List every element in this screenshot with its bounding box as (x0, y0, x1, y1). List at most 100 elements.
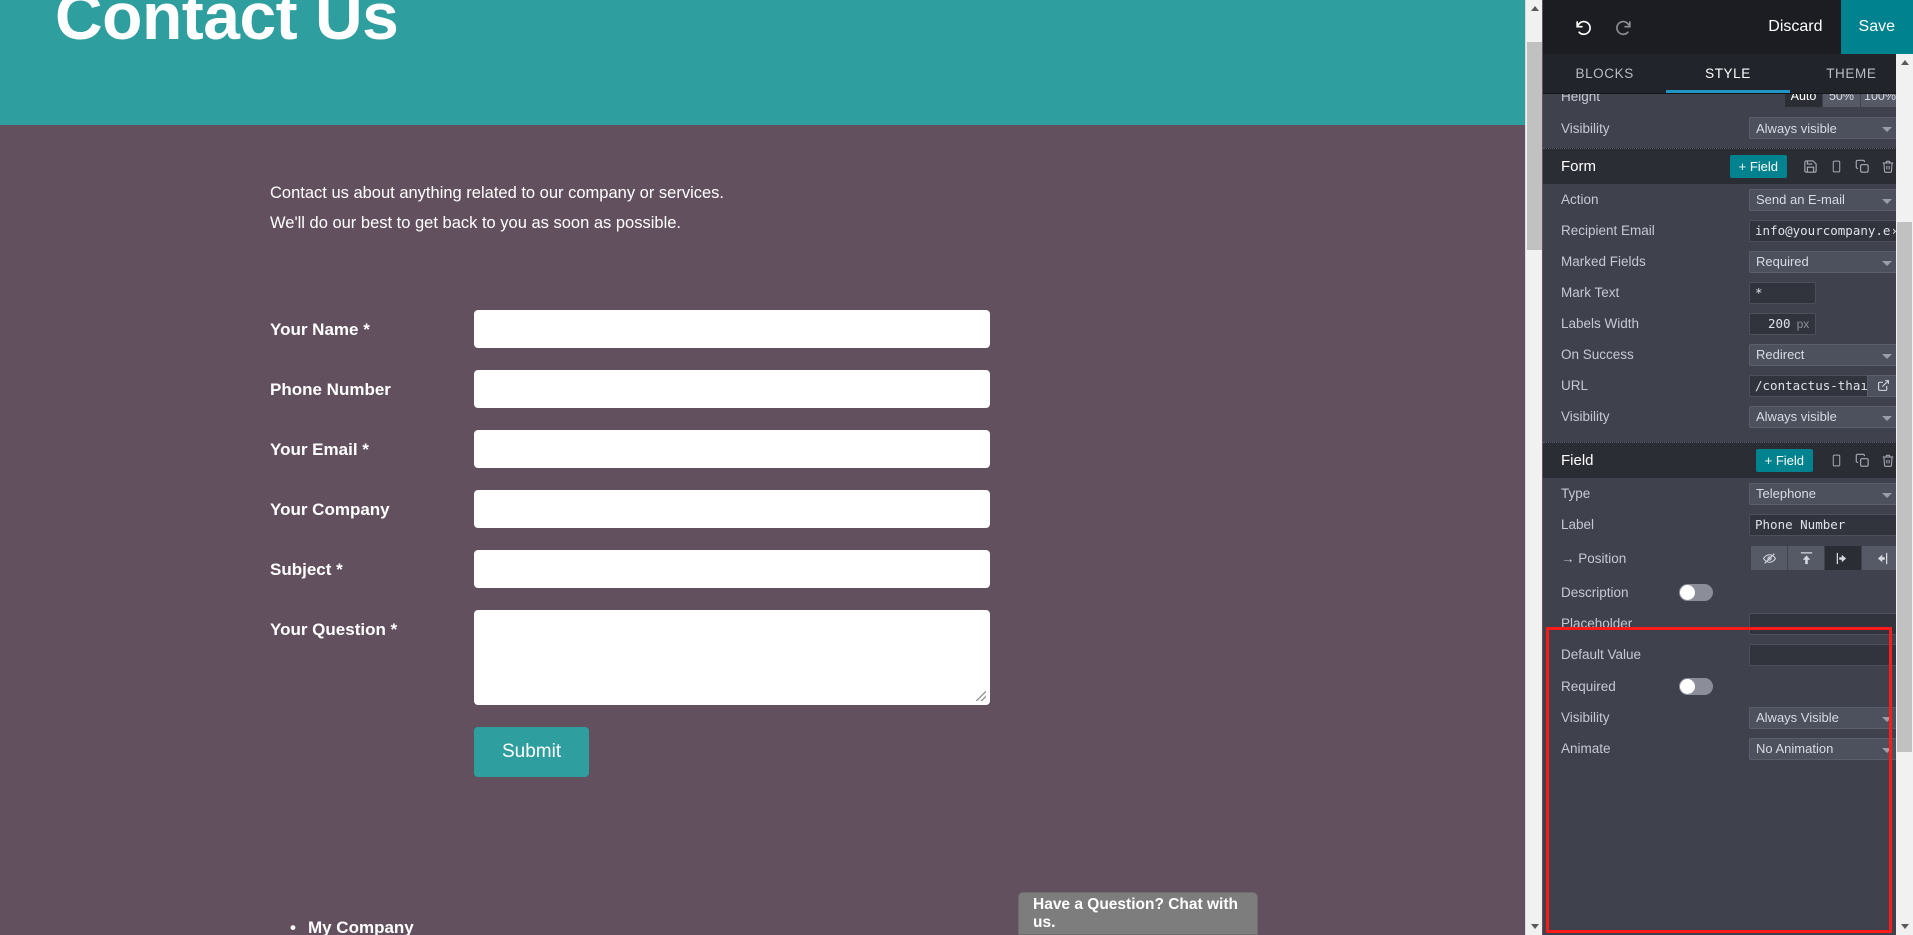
page-scrollbar[interactable] (1525, 0, 1542, 935)
panel-scroll-up-button[interactable] (1896, 54, 1913, 71)
row-on-success: On Success Redirect (1543, 339, 1913, 370)
page-scroll-thumb[interactable] (1527, 42, 1542, 250)
height-option-auto[interactable]: Auto (1785, 94, 1823, 107)
hero-banner: Contact Us (0, 0, 1525, 125)
row-field-visibility: Visibility Always Visible (1543, 702, 1913, 733)
visibility-select-top[interactable]: Always visible (1749, 117, 1899, 139)
tab-blocks[interactable]: BLOCKS (1543, 54, 1666, 93)
form-row-email: Your Email * (270, 430, 990, 468)
form-row-company: Your Company (270, 490, 990, 528)
field-description-toggle[interactable] (1679, 583, 1713, 601)
chat-widget-label: Have a Question? Chat with us. (1033, 895, 1238, 931)
intro-text: Contact us about anything related to our… (270, 178, 724, 238)
save-button[interactable]: Save (1840, 0, 1913, 54)
form-visibility-select[interactable]: Always visible (1749, 405, 1899, 428)
height-option-100[interactable]: 100% (1861, 94, 1899, 107)
duplicate-icon[interactable] (1849, 448, 1875, 474)
row-labels-width: Labels Width 200 px (1543, 308, 1913, 339)
tab-style[interactable]: STYLE (1666, 54, 1789, 93)
row-field-position: → Position (1543, 540, 1913, 576)
field-visibility-select[interactable]: Always Visible (1749, 706, 1899, 729)
page-scroll-down-button[interactable] (1526, 918, 1543, 935)
row-field-animate: Animate No Animation (1543, 733, 1913, 764)
label-your-email: Your Email * (270, 440, 369, 459)
field-placeholder-input[interactable] (1749, 612, 1899, 635)
intro-line-1: Contact us about anything related to our… (270, 184, 724, 202)
contact-form: Your Name * Phone Number Your Email * Yo… (270, 310, 990, 777)
field-label-input[interactable]: Phone Number (1749, 513, 1899, 536)
redo-icon[interactable] (1603, 7, 1643, 47)
recipient-email-label: Recipient Email (1561, 223, 1655, 238)
field-type-label: Type (1561, 486, 1591, 501)
on-success-select[interactable]: Redirect (1749, 343, 1899, 366)
on-success-label: On Success (1561, 347, 1634, 362)
form-row-name: Your Name * (270, 310, 990, 348)
input-phone-number[interactable] (474, 370, 990, 408)
field-required-toggle[interactable] (1679, 677, 1713, 695)
field-animate-select[interactable]: No Animation (1749, 737, 1899, 760)
panel-scroll-down-button[interactable] (1896, 918, 1913, 935)
action-label: Action (1561, 192, 1599, 207)
align-left-icon[interactable] (1825, 546, 1862, 570)
input-your-company[interactable] (474, 490, 990, 528)
url-input[interactable]: /contactus-thaı (1749, 374, 1867, 397)
mobile-icon[interactable] (1823, 154, 1849, 180)
submit-button[interactable]: Submit (474, 727, 590, 777)
row-form-visibility: Visibility Always visible (1543, 401, 1913, 432)
save-icon[interactable] (1797, 154, 1823, 180)
undo-icon[interactable] (1563, 7, 1603, 47)
label-phone-number: Phone Number (270, 380, 391, 399)
field-section-title: Field (1561, 452, 1594, 469)
field-description-label: Description (1561, 584, 1629, 600)
field-add-field-button[interactable]: + Field (1755, 449, 1813, 472)
bullet-icon: • (290, 918, 296, 935)
field-default-value-input[interactable] (1749, 643, 1899, 666)
row-height: Height Auto 50% 100% (1543, 94, 1913, 108)
url-label: URL (1561, 378, 1589, 393)
mark-text-input[interactable]: * (1749, 281, 1816, 304)
field-animate-label: Animate (1561, 741, 1611, 756)
website-canvas: Contact Us Contact us about anything rel… (0, 0, 1525, 935)
row-field-label: Label Phone Number (1543, 509, 1913, 540)
label-subject: Subject * (270, 560, 343, 579)
field-default-value-label: Default Value (1561, 647, 1642, 662)
recipient-email-input[interactable]: info@yourcompany.e› (1749, 219, 1899, 242)
input-your-name[interactable] (474, 310, 990, 348)
form-add-field-button[interactable]: + Field (1729, 155, 1787, 178)
row-action: Action Send an E-mail (1543, 184, 1913, 215)
row-field-description: Description (1543, 576, 1913, 608)
labels-width-input[interactable]: 200 px (1749, 312, 1816, 335)
mark-text-label: Mark Text (1561, 285, 1620, 300)
height-label: Height (1561, 94, 1601, 104)
row-marked-fields: Marked Fields Required (1543, 246, 1913, 277)
form-visibility-label: Visibility (1561, 409, 1610, 424)
input-subject[interactable] (474, 550, 990, 588)
form-row-phone: Phone Number (270, 370, 990, 408)
input-your-email[interactable] (474, 430, 990, 468)
discard-button[interactable]: Discard (1750, 0, 1840, 54)
row-visibility-top: Visibility Always visible (1543, 108, 1913, 148)
open-link-icon[interactable] (1867, 374, 1899, 397)
field-label-label: Label (1561, 517, 1595, 532)
panel-scroll-thumb[interactable] (1897, 222, 1912, 752)
panel-scrollbar[interactable] (1896, 54, 1913, 935)
row-field-type: Type Telephone (1543, 478, 1913, 509)
height-segmented-control[interactable]: Auto 50% 100% (1785, 94, 1899, 107)
mobile-icon[interactable] (1823, 448, 1849, 474)
height-option-50[interactable]: 50% (1823, 94, 1861, 107)
action-select[interactable]: Send an E-mail (1749, 188, 1899, 211)
footer-list-item: • My Company (290, 918, 414, 935)
submit-spacer (270, 727, 474, 777)
field-type-select[interactable]: Telephone (1749, 482, 1899, 505)
field-position-control[interactable] (1751, 546, 1899, 570)
page-scroll-up-button[interactable] (1526, 0, 1543, 17)
move-up-icon[interactable] (1788, 546, 1825, 570)
chat-widget-button[interactable]: Have a Question? Chat with us. (1018, 892, 1258, 935)
duplicate-icon[interactable] (1849, 154, 1875, 180)
marked-fields-select[interactable]: Required (1749, 250, 1899, 273)
tab-theme[interactable]: THEME (1790, 54, 1913, 93)
align-right-icon[interactable] (1862, 546, 1899, 570)
textarea-your-question[interactable] (474, 610, 990, 705)
row-url: URL /contactus-thaı (1543, 370, 1913, 401)
hidden-eye-icon[interactable] (1751, 546, 1788, 570)
